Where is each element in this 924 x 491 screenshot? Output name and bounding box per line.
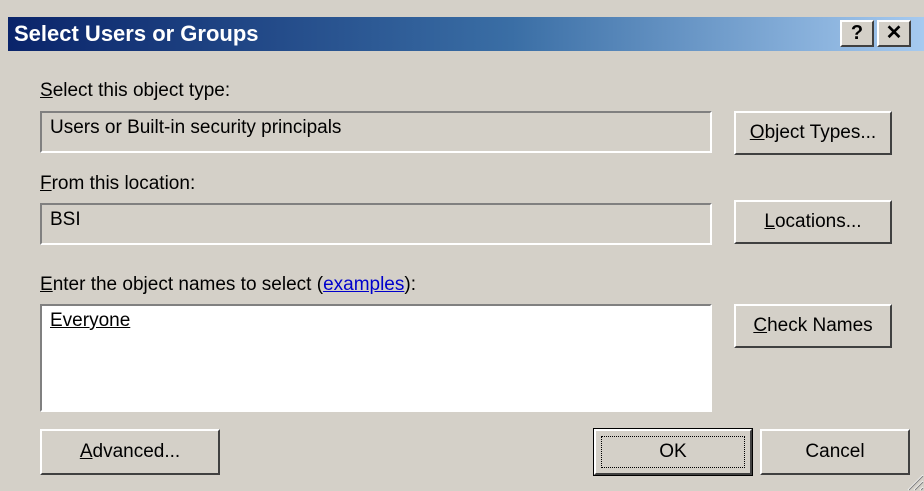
object-types-button[interactable]: Object Types... bbox=[734, 111, 892, 155]
help-button[interactable]: ? bbox=[840, 20, 874, 47]
location-field: BSI bbox=[40, 203, 712, 245]
location-label: From this location: bbox=[40, 173, 196, 194]
resolved-name: Everyone bbox=[50, 310, 131, 331]
select-users-dialog: Select Users or Groups ? ✕ Select this o… bbox=[0, 0, 924, 491]
object-names-input[interactable]: Everyone bbox=[40, 304, 712, 412]
object-type-field: Users or Built-in security principals bbox=[40, 111, 712, 153]
object-type-label: Select this object type: bbox=[40, 80, 231, 101]
examples-link[interactable]: examples bbox=[323, 274, 404, 295]
locations-button[interactable]: Locations... bbox=[734, 200, 892, 244]
resize-grip-icon[interactable] bbox=[902, 469, 924, 491]
ok-button[interactable]: OK bbox=[593, 428, 753, 476]
close-button[interactable]: ✕ bbox=[877, 20, 911, 47]
object-names-label: Enter the object names to select (exampl… bbox=[40, 274, 416, 295]
cancel-button[interactable]: Cancel bbox=[760, 429, 910, 475]
help-icon: ? bbox=[850, 22, 864, 44]
advanced-button[interactable]: Advanced... bbox=[40, 429, 220, 475]
close-icon: ✕ bbox=[885, 22, 903, 44]
check-names-button[interactable]: Check Names bbox=[734, 304, 892, 348]
dialog-title: Select Users or Groups bbox=[14, 21, 259, 46]
title-bar[interactable]: Select Users or Groups ? ✕ bbox=[8, 17, 924, 51]
